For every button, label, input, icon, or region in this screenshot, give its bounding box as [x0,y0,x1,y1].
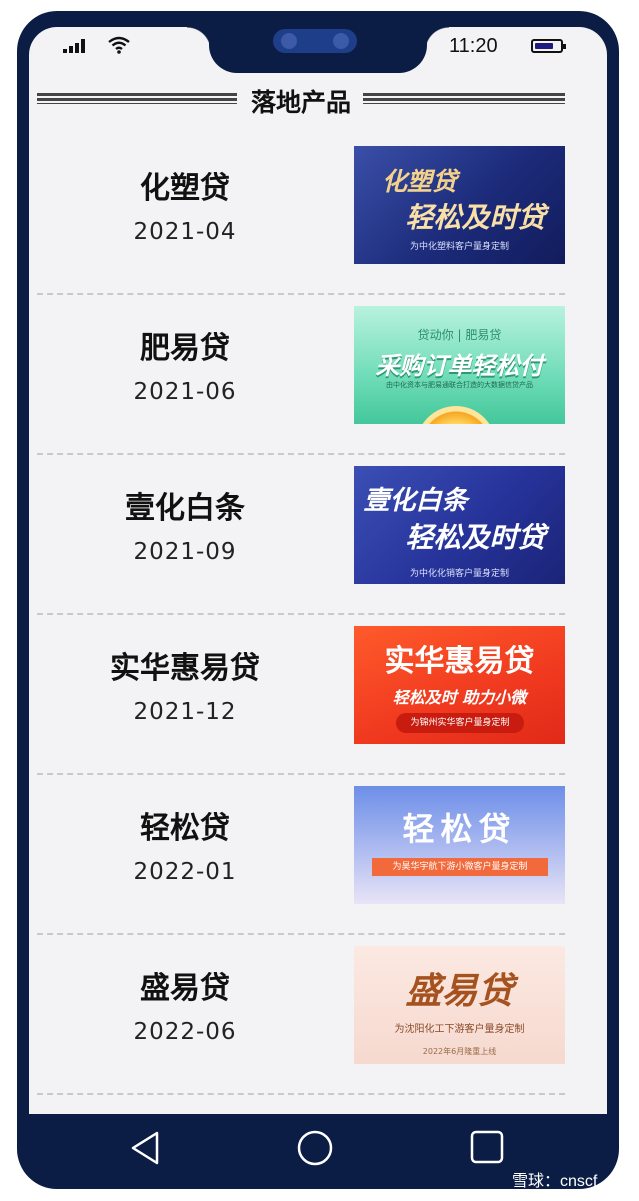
product-banner[interactable]: 化塑贷 轻松及时贷 为中化塑料客户量身定制 [354,146,565,264]
product-item[interactable]: 肥易贷 2021-06 贷动你 | 肥易贷 采购订单轻松付 由中化资本与肥易通联… [37,295,565,455]
banner-subtitle: 为沈阳化工下游客户量身定制 [394,1024,525,1035]
recent-apps-button[interactable] [470,1130,504,1168]
product-date: 2021-12 [133,699,237,725]
banner-subtitle: 为中化塑料客户量身定制 [409,242,509,252]
signal-icon [63,39,87,53]
banner-top-line: 贷动你 | 肥易贷 [417,328,502,342]
product-name: 壹化白条 [125,491,245,526]
product-date: 2022-06 [133,1019,237,1045]
product-date: 2021-06 [133,379,237,405]
product-item[interactable]: 轻松贷 2022-01 轻松贷 为昊华宇航下游小微客户量身定制 [37,775,565,935]
banner-title: 实华惠易贷 [384,644,535,679]
banner-title: 壹化白条 [363,486,468,516]
banner-slogan: 轻松及时 助力小微 [392,688,527,707]
product-banner[interactable]: 轻松贷 为昊华宇航下游小微客户量身定制 [354,786,565,904]
product-date: 2021-04 [133,219,237,245]
product-banner[interactable]: 壹化白条 轻松及时贷 为中化化销客户量身定制 [354,466,565,584]
camera-bar [273,29,357,53]
banner-subtitle: 由中化资本与肥易通联合打造的大数据信贷产品 [386,381,533,389]
banner-note: 2022年6月隆重上线 [422,1047,497,1056]
sensor-icon [333,33,349,49]
banner-subtitle: 为昊华宇航下游小微客户量身定制 [372,858,548,876]
product-banner[interactable]: 实华惠易贷 轻松及时 助力小微 为锦州实华客户量身定制 [354,626,565,744]
phone-frame: 11:20 落地产品 化塑贷 2021-04 化塑贷 轻松及时贷 为中化塑料客户… [17,11,619,1189]
product-name: 实华惠易贷 [110,651,260,686]
coin-icon [416,406,496,424]
banner-title: 轻松贷 [402,810,517,848]
back-button[interactable] [129,1130,161,1170]
wifi-icon [107,35,131,59]
product-name: 盛易贷 [140,971,230,1006]
product-item-partial[interactable] [37,1095,565,1114]
product-name: 肥易贷 [140,331,230,366]
section-header: 落地产品 [37,77,565,117]
banner-title-2: 轻松及时贷 [405,521,546,554]
screen: 11:20 落地产品 化塑贷 2021-04 化塑贷 轻松及时贷 为中化塑料客户… [29,27,607,1114]
banner-subtitle: 为锦州实华客户量身定制 [396,713,524,733]
product-banner[interactable]: 贷动你 | 肥易贷 采购订单轻松付 由中化资本与肥易通联合打造的大数据信贷产品 [354,306,565,424]
product-date: 2022-01 [133,859,237,885]
product-item[interactable]: 壹化白条 2021-09 壹化白条 轻松及时贷 为中化化销客户量身定制 [37,455,565,615]
banner-title-2: 轻松及时贷 [405,201,546,234]
product-item[interactable]: 实华惠易贷 2021-12 实华惠易贷 轻松及时 助力小微 为锦州实华客户量身定… [37,615,565,775]
product-item[interactable]: 化塑贷 2021-04 化塑贷 轻松及时贷 为中化塑料客户量身定制 [37,135,565,295]
battery-icon [531,39,566,53]
watermark: 雪球：cnscf [512,1173,598,1190]
section-title: 落地产品 [37,83,565,119]
banner-title: 盛易贷 [405,971,514,1012]
status-time: 11:20 [449,35,498,57]
camera-icon [281,33,297,49]
product-name: 化塑贷 [140,171,230,206]
product-name: 轻松贷 [140,811,230,846]
notch [187,27,449,73]
product-date: 2021-09 [133,539,237,565]
banner-title: 化塑贷 [381,167,457,196]
product-list: 化塑贷 2021-04 化塑贷 轻松及时贷 为中化塑料客户量身定制 肥易贷 20… [37,135,565,1114]
product-item[interactable]: 盛易贷 2022-06 盛易贷 为沈阳化工下游客户量身定制 2022年6月隆重上… [37,935,565,1095]
banner-title: 采购订单轻松付 [375,352,544,380]
banner-subtitle: 为中化化销客户量身定制 [409,569,509,579]
home-button[interactable] [297,1130,333,1170]
product-banner[interactable]: 盛易贷 为沈阳化工下游客户量身定制 2022年6月隆重上线 [354,946,565,1064]
